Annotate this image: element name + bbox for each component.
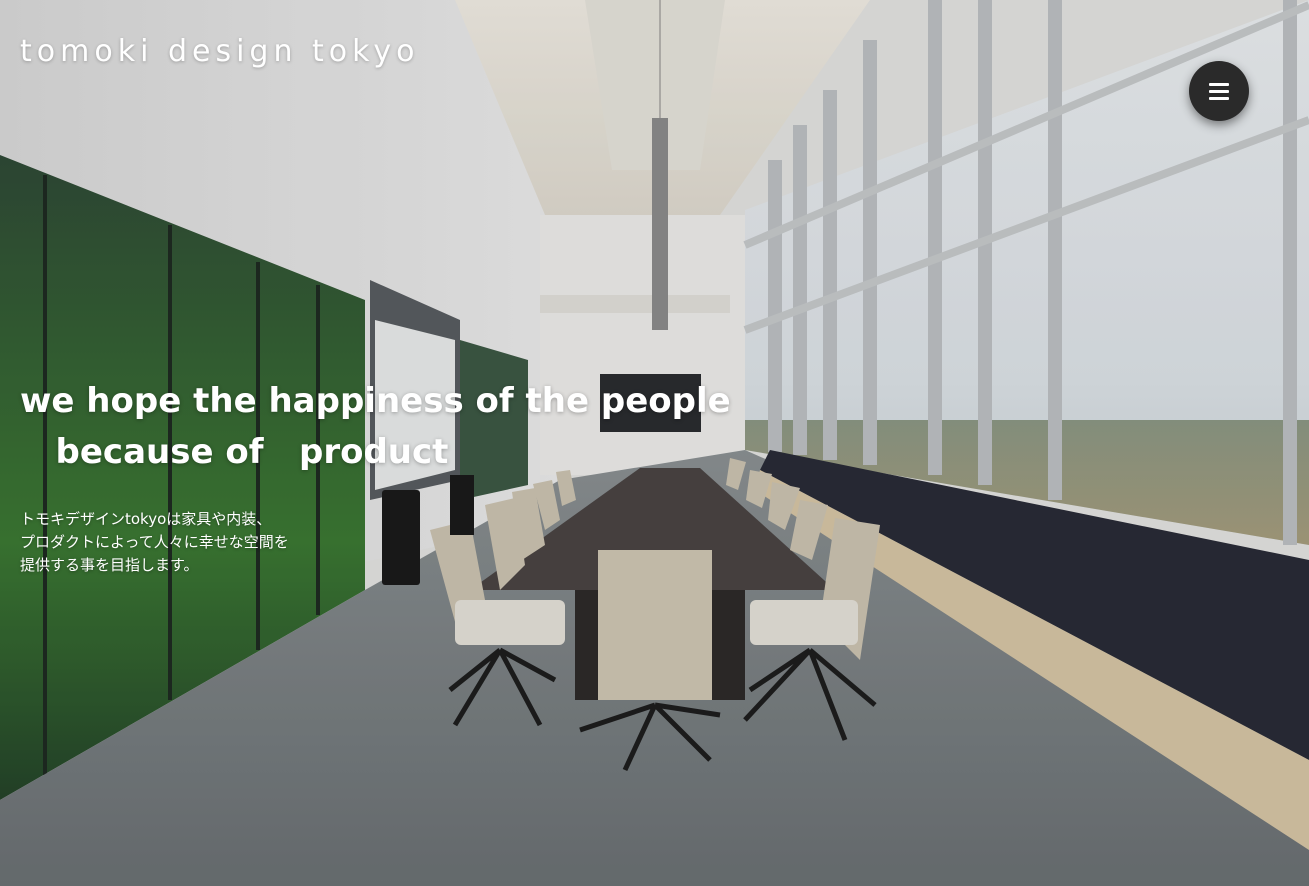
hero-description: トモキデザインtokyoは家具や内装、 プロダクトによって人々に幸せな空間を 提… — [20, 508, 440, 577]
menu-button[interactable] — [1189, 61, 1249, 121]
description-line-3: 提供する事を目指します。 — [20, 556, 199, 574]
site-logo[interactable]: tomoki design tokyo — [20, 34, 420, 69]
headline-line-1: we hope the happiness of the people — [20, 381, 731, 421]
hero-section: tomoki design tokyo we hope the happines… — [0, 0, 1309, 886]
headline-line-2: because of product — [20, 432, 449, 472]
description-line-1: トモキデザインtokyoは家具や内装、 — [20, 510, 272, 528]
hamburger-menu-icon — [1209, 82, 1229, 100]
hero-headline: we hope the happiness of the people beca… — [20, 376, 780, 478]
description-line-2: プロダクトによって人々に幸せな空間を — [20, 533, 289, 551]
